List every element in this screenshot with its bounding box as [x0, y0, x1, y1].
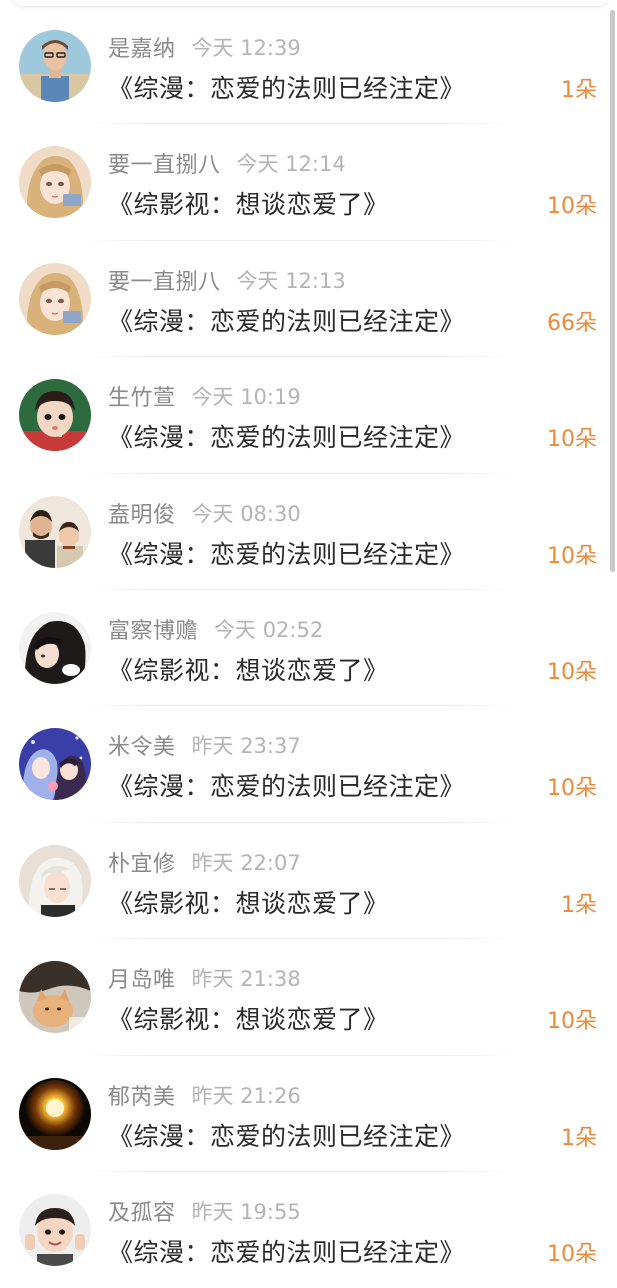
list-item[interactable]: 是嘉纳 今天 12:39 《综漫：恋爱的法则已经注定》 1朵: [0, 8, 617, 125]
flower-count: 10朵: [547, 1241, 597, 1267]
avatar[interactable]: [19, 844, 91, 917]
list-item[interactable]: 郁芮美 昨天 21:26 《综漫：恋爱的法则已经注定》 1朵: [0, 1056, 617, 1172]
list-item[interactable]: 要一直捌八 今天 12:13 《综漫：恋爱的法则已经注定》 66朵: [0, 241, 617, 358]
user-name[interactable]: 要一直捌八: [108, 264, 221, 296]
timestamp: 昨天 21:26: [191, 1083, 301, 1108]
flower-count: 1朵: [561, 892, 597, 918]
avatar[interactable]: [19, 30, 91, 102]
user-name[interactable]: 生竹萱: [108, 380, 176, 412]
user-name[interactable]: 盍明俊: [108, 497, 176, 529]
avatar-photo-child-icon: [19, 379, 91, 452]
avatar[interactable]: [19, 728, 91, 801]
timestamp: 昨天 23:37: [191, 734, 301, 759]
timestamp: 今天 10:19: [191, 385, 301, 410]
avatar-photo-light-bulb-icon: [19, 1077, 91, 1150]
list-item[interactable]: 要一直捌八 今天 12:14 《综影视：想谈恋爱了》 10朵: [0, 124, 617, 241]
avatar-photo-family-icon: [19, 495, 91, 568]
flower-count: 10朵: [547, 1009, 597, 1035]
gift-record-list: 是嘉纳 今天 12:39 《综漫：恋爱的法则已经注定》 1朵 要一直捌八 今天 …: [0, 8, 617, 1288]
avatar-photo-boy-icon: [19, 1193, 91, 1266]
book-title[interactable]: 《综影视：想谈恋爱了》: [108, 1000, 389, 1036]
avatar-anime-white-hair-icon: [19, 844, 91, 917]
flower-count: 10朵: [547, 776, 597, 802]
book-title[interactable]: 《综影视：想谈恋爱了》: [108, 651, 389, 687]
timestamp: 今天 08:30: [191, 501, 301, 526]
user-name[interactable]: 是嘉纳: [108, 31, 176, 63]
book-title[interactable]: 《综影视：想谈恋爱了》: [108, 185, 389, 221]
list-item[interactable]: 月岛唯 昨天 21:38 《综影视：想谈恋爱了》 10朵: [0, 939, 617, 1056]
book-title[interactable]: 《综漫：恋爱的法则已经注定》: [108, 418, 465, 454]
vertical-scrollbar[interactable]: [610, 10, 615, 572]
avatar[interactable]: [19, 146, 91, 219]
timestamp: 今天 12:39: [191, 36, 301, 60]
flower-count: 10朵: [547, 194, 597, 220]
timestamp: 昨天 21:38: [191, 967, 301, 992]
user-name[interactable]: 朴宜修: [108, 846, 176, 878]
list-item[interactable]: 及孤容 昨天 19:55 《综漫：恋爱的法则已经注定》 10朵: [0, 1172, 617, 1288]
flower-count: 10朵: [547, 543, 597, 569]
timestamp: 昨天 22:07: [191, 850, 301, 875]
avatar[interactable]: [19, 611, 91, 684]
user-name[interactable]: 月岛唯: [108, 962, 176, 994]
avatar[interactable]: [19, 1193, 91, 1266]
avatar-photo-man-icon: [19, 30, 91, 102]
timestamp: 今天 12:13: [236, 268, 346, 293]
flower-count: 10朵: [547, 659, 597, 685]
timestamp: 昨天 19:55: [191, 1199, 301, 1224]
user-name[interactable]: 及孤容: [108, 1195, 176, 1227]
flower-count: 66朵: [547, 310, 597, 336]
book-title[interactable]: 《综影视：想谈恋爱了》: [108, 884, 389, 920]
list-item[interactable]: 富察博赡 今天 02:52 《综影视：想谈恋爱了》 10朵: [0, 590, 617, 707]
avatar[interactable]: [19, 495, 91, 568]
list-item[interactable]: 朴宜修 昨天 22:07 《综影视：想谈恋爱了》 1朵: [0, 823, 617, 940]
avatar[interactable]: [19, 1077, 91, 1150]
timestamp: 今天 02:52: [214, 617, 324, 642]
avatar-anime-girl-icon: [19, 262, 91, 335]
book-title[interactable]: 《综漫：恋爱的法则已经注定》: [108, 767, 465, 803]
user-name[interactable]: 米令美: [108, 729, 176, 761]
book-title[interactable]: 《综漫：恋爱的法则已经注定》: [108, 69, 465, 105]
book-title[interactable]: 《综漫：恋爱的法则已经注定》: [108, 302, 465, 338]
list-item[interactable]: 生竹萱 今天 10:19 《综漫：恋爱的法则已经注定》 10朵: [0, 357, 617, 474]
timestamp: 今天 12:14: [236, 152, 346, 177]
avatar-photo-dark-hair-icon: [19, 611, 91, 684]
flower-count: 10朵: [547, 427, 597, 453]
user-name[interactable]: 要一直捌八: [108, 147, 221, 179]
avatar[interactable]: [19, 961, 91, 1034]
user-name[interactable]: 郁芮美: [108, 1079, 176, 1111]
book-title[interactable]: 《综漫：恋爱的法则已经注定》: [108, 1117, 465, 1153]
book-title[interactable]: 《综漫：恋爱的法则已经注定》: [108, 1233, 465, 1269]
flower-count: 1朵: [561, 78, 597, 103]
list-item[interactable]: 米令美 昨天 23:37 《综漫：恋爱的法则已经注定》 10朵: [0, 706, 617, 823]
list-item[interactable]: 盍明俊 今天 08:30 《综漫：恋爱的法则已经注定》 10朵: [0, 474, 617, 590]
avatar[interactable]: [19, 379, 91, 452]
user-name[interactable]: 富察博赡: [108, 613, 198, 645]
avatar-photo-cat-icon: [19, 961, 91, 1034]
book-title[interactable]: 《综漫：恋爱的法则已经注定》: [108, 535, 465, 571]
avatar[interactable]: [19, 262, 91, 335]
avatar-anime-couple-icon: [19, 728, 91, 801]
flower-count: 1朵: [561, 1125, 597, 1151]
avatar-anime-girl-icon: [19, 146, 91, 219]
